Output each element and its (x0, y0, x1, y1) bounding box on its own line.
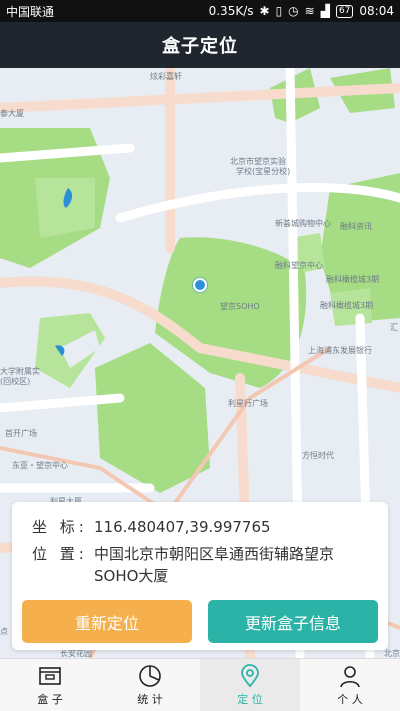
map-label: 望京SOHO (220, 302, 260, 311)
coordinate-label: 坐 标: (32, 518, 88, 536)
alarm-icon: ◷ (288, 4, 299, 18)
tab-box[interactable]: 盒 子 (0, 659, 100, 711)
tab-location[interactable]: 定 位 (200, 659, 300, 711)
map-label: 新荟城购物中心 (275, 219, 331, 228)
person-icon (340, 666, 360, 688)
tab-box-label: 盒 子 (37, 693, 63, 706)
wifi-icon: ≋ (304, 4, 315, 18)
map-label: 方恒时代 (302, 451, 334, 460)
coordinate-value: 116.480407,39.997765 (94, 518, 271, 536)
map-label: 首开广场 (5, 429, 37, 438)
status-bar: 中国联通 0.35K/s ✱ ▯ ◷ ≋ ▟ 67 08:04 (0, 0, 400, 22)
map-label: 融科橄榄城3期 (326, 275, 380, 284)
tab-location-label: 定 位 (237, 693, 263, 706)
map-label: 学校(宝星分校) (236, 167, 291, 176)
map-label: 汇 (390, 323, 398, 332)
location-info-card: 坐 标: 116.480407,39.997765 位 置: 中国北京市朝阳区阜… (12, 502, 388, 650)
vibrate-icon: ▯ (275, 4, 283, 18)
map-label: 利星行广场 (228, 399, 268, 408)
map-label: 融科橄榄城3期 (320, 301, 374, 310)
app-header: 盒子定位 (0, 22, 400, 68)
update-box-info-button[interactable]: 更新盒子信息 (208, 600, 378, 643)
tab-personal-label: 个 人 (337, 693, 363, 706)
map-label: 融科望京中心 (275, 261, 323, 270)
coordinate-row: 坐 标: 116.480407,39.997765 (32, 516, 370, 538)
signal-icon: ▟ (320, 4, 330, 18)
map-label: 泰大厦 (0, 109, 24, 118)
status-icons: 0.35K/s ✱ ▯ ◷ ≋ ▟ 67 08:04 (209, 4, 394, 18)
map-label: (回校区) (0, 377, 31, 386)
battery-icon: 67 (335, 4, 354, 18)
box-icon (39, 667, 61, 685)
carrier-label: 中国联通 (6, 4, 55, 19)
map-label: 炫彩嘉轩 (150, 72, 182, 81)
address-label: 位 置: (32, 545, 88, 563)
tab-personal[interactable]: 个 人 (300, 659, 400, 711)
location-pin-icon[interactable] (193, 278, 207, 292)
tab-statistics-label: 统 计 (137, 693, 163, 706)
page-title: 盒子定位 (162, 36, 238, 57)
map-label: 北京 (384, 649, 400, 658)
pie-chart-icon (139, 665, 161, 687)
bluetooth-icon: ✱ (259, 4, 270, 18)
address-value: 中国北京市朝阳区阜通西街辅路望京SOHO大厦 (94, 545, 335, 585)
map-label: 东亚・望京中心 (12, 461, 68, 470)
network-speed: 0.35K/s (208, 4, 254, 18)
map-label: 融科资讯 (340, 222, 372, 231)
map-label: 点 (0, 627, 8, 636)
location-icon (241, 664, 259, 688)
clock: 08:04 (359, 4, 394, 18)
tab-statistics[interactable]: 统 计 (100, 659, 200, 711)
bottom-navigation: 盒 子 统 计 定 位 个 人 (0, 658, 400, 711)
relocate-button[interactable]: 重新定位 (22, 600, 192, 643)
map-label: 上海浦东发展银行 (308, 346, 372, 355)
address-row: 位 置: 中国北京市朝阳区阜通西街辅路望京SOHO大厦 (32, 543, 370, 587)
